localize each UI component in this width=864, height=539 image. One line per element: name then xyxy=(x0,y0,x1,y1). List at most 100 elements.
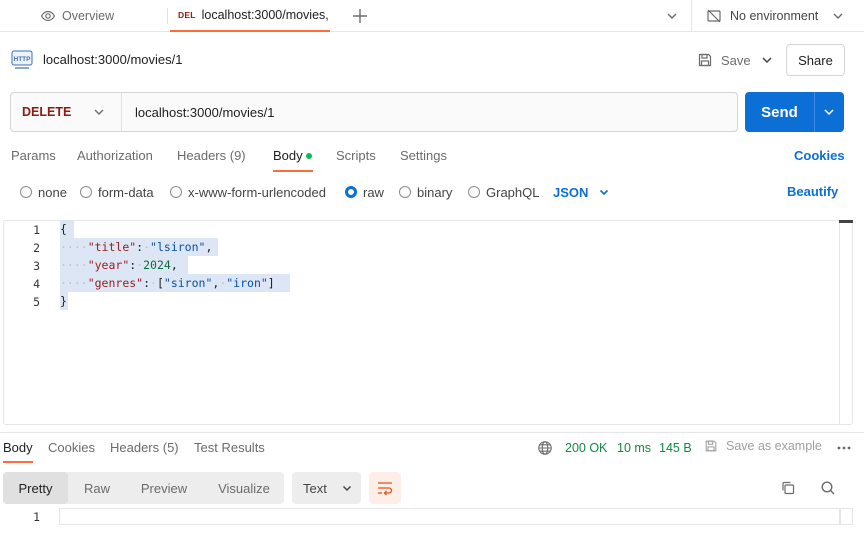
response-size[interactable]: 145 B xyxy=(659,441,692,455)
tab-request-title: localhost:3000/movies, xyxy=(201,8,329,22)
response-format-selector[interactable]: Text xyxy=(292,472,361,504)
response-tab-test-results[interactable]: Test Results xyxy=(194,440,265,455)
whitespace-dots: ···· xyxy=(60,258,88,272)
code-line-2: ····"title":·"lsiron", xyxy=(60,240,213,254)
code-number: 2024 xyxy=(143,258,171,272)
body-type-graphql[interactable]: GraphQL xyxy=(468,184,539,200)
request-title[interactable]: localhost:3000/movies/1 xyxy=(43,52,182,67)
body-type-binary[interactable]: binary xyxy=(399,184,452,200)
radio-label: GraphQL xyxy=(486,184,540,200)
url-input[interactable]: localhost:3000/movies/1 xyxy=(135,92,274,132)
tab-overview-label: Overview xyxy=(62,9,115,23)
view-mode-preview[interactable]: Preview xyxy=(128,472,200,504)
whitespace-dots: · xyxy=(143,240,151,254)
response-tab-headers[interactable]: Headers (5) xyxy=(110,440,179,455)
code-line-1: { xyxy=(60,220,67,238)
code-string: "siron" xyxy=(163,276,213,290)
send-label[interactable]: Send xyxy=(745,92,814,132)
code-key: "title" xyxy=(87,240,137,254)
environment-selector[interactable]: No environment xyxy=(706,0,818,32)
response-line-number: 1 xyxy=(33,510,40,524)
tab-divider xyxy=(167,8,168,24)
cookies-link[interactable]: Cookies xyxy=(794,148,845,163)
wrap-lines-icon xyxy=(376,480,394,496)
environment-divider xyxy=(691,0,692,32)
body-type-form-data[interactable]: form-data xyxy=(80,184,154,200)
tab-settings[interactable]: Settings xyxy=(400,148,447,163)
radio-label: none xyxy=(38,184,67,200)
response-tab-cookies[interactable]: Cookies xyxy=(48,440,95,455)
save-label: Save xyxy=(721,52,751,68)
radio-label: binary xyxy=(417,184,453,200)
radio-label: raw xyxy=(363,184,384,200)
response-tab-body[interactable]: Body xyxy=(3,440,33,455)
whitespace-dots: ···· xyxy=(60,240,88,254)
save-icon xyxy=(704,439,718,453)
response-time[interactable]: 10 ms xyxy=(617,441,651,455)
save-as-example-label: Save as example xyxy=(726,439,822,453)
radio-icon[interactable] xyxy=(80,186,92,198)
radio-icon[interactable] xyxy=(399,186,411,198)
save-icon xyxy=(697,52,713,68)
response-divider xyxy=(0,432,864,433)
radio-selected-icon[interactable] xyxy=(345,186,357,198)
code-key: "year" xyxy=(87,258,130,272)
save-as-example-button[interactable]: Save as example xyxy=(704,439,822,453)
wrap-lines-button[interactable] xyxy=(369,472,401,504)
tab-authorization[interactable]: Authorization xyxy=(77,148,153,163)
copy-icon[interactable] xyxy=(780,480,796,496)
tabs-overflow-chevron-icon[interactable] xyxy=(664,8,680,24)
view-mode-visualize[interactable]: Visualize xyxy=(206,472,282,504)
editor-scrollbar-thumb[interactable] xyxy=(839,220,853,223)
code-string: "lsiron" xyxy=(150,240,206,254)
share-button[interactable]: Share xyxy=(786,44,845,76)
line-number: 4 xyxy=(33,277,40,291)
method-chevron-down-icon[interactable] xyxy=(91,104,107,120)
send-options-chevron-icon[interactable] xyxy=(821,104,837,120)
tab-method-tag: DEL xyxy=(178,10,196,20)
code-string: "iron" xyxy=(226,276,268,290)
line-number: 3 xyxy=(33,259,40,273)
tab-request-active[interactable]: DEL localhost:3000/movies, xyxy=(170,0,330,32)
tab-body-underline xyxy=(273,170,313,172)
body-type-raw[interactable]: raw xyxy=(345,184,384,200)
editor-scrollbar[interactable] xyxy=(839,220,853,425)
body-active-dot-icon xyxy=(306,153,312,159)
radio-label: x-www-form-urlencoded xyxy=(188,184,326,200)
line-number: 5 xyxy=(33,295,40,309)
line-number: 1 xyxy=(33,223,40,237)
beautify-button[interactable]: Beautify xyxy=(787,184,838,199)
whitespace-dots: ···· xyxy=(60,276,88,290)
globe-icon[interactable] xyxy=(537,440,553,456)
send-divider xyxy=(814,92,815,132)
tab-overview[interactable]: Overview xyxy=(40,0,114,32)
radio-icon[interactable] xyxy=(20,186,32,198)
new-tab-button[interactable] xyxy=(350,6,370,26)
more-options-icon[interactable] xyxy=(836,440,852,456)
raw-format-selector[interactable]: JSON xyxy=(553,184,610,200)
view-mode-pretty[interactable]: Pretty xyxy=(3,472,68,504)
tab-scripts[interactable]: Scripts xyxy=(336,148,376,163)
radio-icon[interactable] xyxy=(468,186,480,198)
raw-format-label: JSON xyxy=(553,184,589,200)
response-tab-underline xyxy=(3,461,33,463)
body-type-x-www-form-urlencoded[interactable]: x-www-form-urlencoded xyxy=(170,184,326,200)
radio-icon[interactable] xyxy=(170,186,182,198)
code-punct: } xyxy=(60,294,67,308)
svg-text:HTTP: HTTP xyxy=(14,56,32,63)
view-mode-raw[interactable]: Raw xyxy=(72,472,122,504)
search-icon[interactable] xyxy=(820,480,836,496)
save-options-chevron-icon[interactable] xyxy=(759,52,775,68)
line-number: 2 xyxy=(33,241,40,255)
environment-chevron-down-icon[interactable] xyxy=(830,8,846,24)
tab-headers[interactable]: Headers (9) xyxy=(177,148,246,163)
status-code[interactable]: 200 OK xyxy=(565,441,607,455)
response-scrollbar[interactable] xyxy=(839,508,853,525)
eye-icon xyxy=(40,8,56,24)
tab-body[interactable]: Body xyxy=(273,148,303,163)
tab-params[interactable]: Params xyxy=(11,148,56,163)
response-body-viewer[interactable] xyxy=(59,508,841,525)
code-key: "genres" xyxy=(87,276,144,290)
body-type-none[interactable]: none xyxy=(20,184,67,200)
save-button[interactable]: Save xyxy=(697,50,751,70)
